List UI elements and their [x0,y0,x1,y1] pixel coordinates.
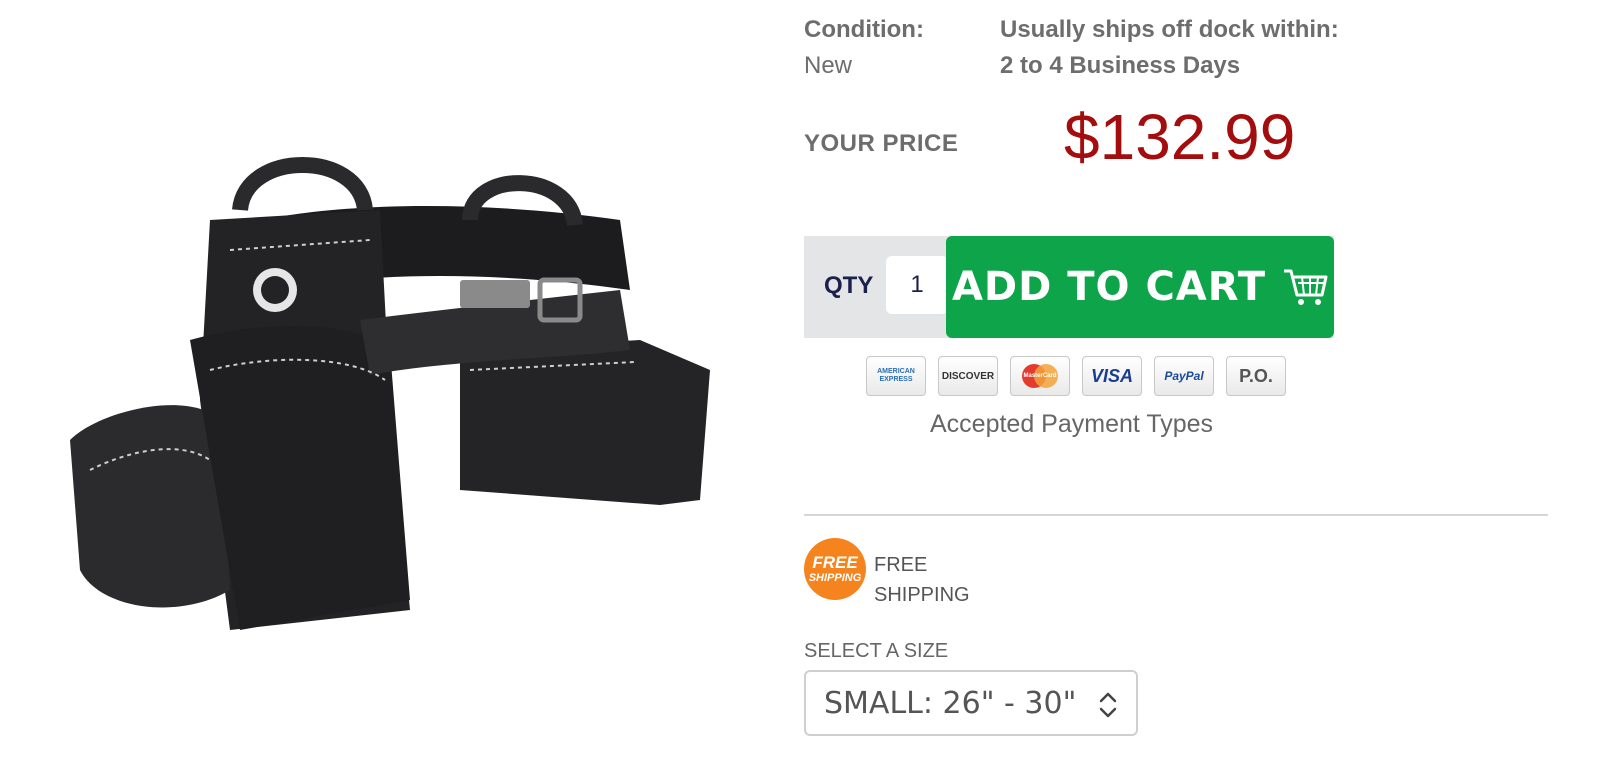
payment-caption: Accepted Payment Types [930,410,1214,438]
mastercard-label: MasterCard [1023,373,1057,379]
shipping-label: Usually ships off dock within: [1000,16,1339,43]
free-shipping-line2: SHIPPING [874,584,970,606]
mastercard-icon: MasterCard [1010,356,1070,396]
section-divider [804,514,1548,516]
discover-label: DISCOVER [941,370,995,382]
purchase-order-label: P.O. [1239,365,1273,386]
purchase-order-icon: P.O. [1226,356,1286,396]
price-label: YOUR PRICE [804,130,959,157]
payment-icons: AMERICAN EXPRESS DISCOVER MasterCard VIS… [866,356,1286,396]
shipping-value: 2 to 4 Business Days [1000,52,1241,79]
size-select[interactable]: SMALL: 26" - 30" [804,670,1138,736]
add-to-cart-button[interactable]: ADD TO CART [946,236,1334,338]
add-to-cart-label: ADD TO CART [951,264,1267,310]
amex-icon: AMERICAN EXPRESS [866,356,926,396]
size-select-label: SELECT A SIZE [804,640,949,662]
price-value: $132.99 [1064,101,1296,173]
free-shipping-text: FREE SHIPPING [874,550,970,610]
discover-icon: DISCOVER [938,356,998,396]
condition-value: New [804,52,853,79]
tool-belt-product-image [70,157,710,630]
qty-input[interactable] [886,256,948,314]
free-shipping-line1: FREE [874,554,928,576]
shopping-cart-icon [1284,269,1328,305]
amex-label: AMERICAN EXPRESS [877,368,915,383]
condition-label: Condition: [804,16,924,43]
badge-line1: FREE [812,553,858,572]
chevron-updown-icon [1099,692,1117,718]
visa-icon: VISA [1082,356,1142,396]
add-to-cart-row: QTY ADD TO CART [804,236,1334,338]
visa-label: VISA [1090,365,1133,386]
size-selected-value: SMALL: 26" - 30" [824,685,1077,721]
paypal-label: PayPal [1164,369,1204,383]
free-shipping-badge-icon: FREE SHIPPING [804,538,866,600]
paypal-icon: PayPal [1154,356,1214,396]
product-image[interactable] [60,140,740,660]
badge-line2: SHIPPING [808,572,862,584]
qty-label: QTY [824,272,874,299]
